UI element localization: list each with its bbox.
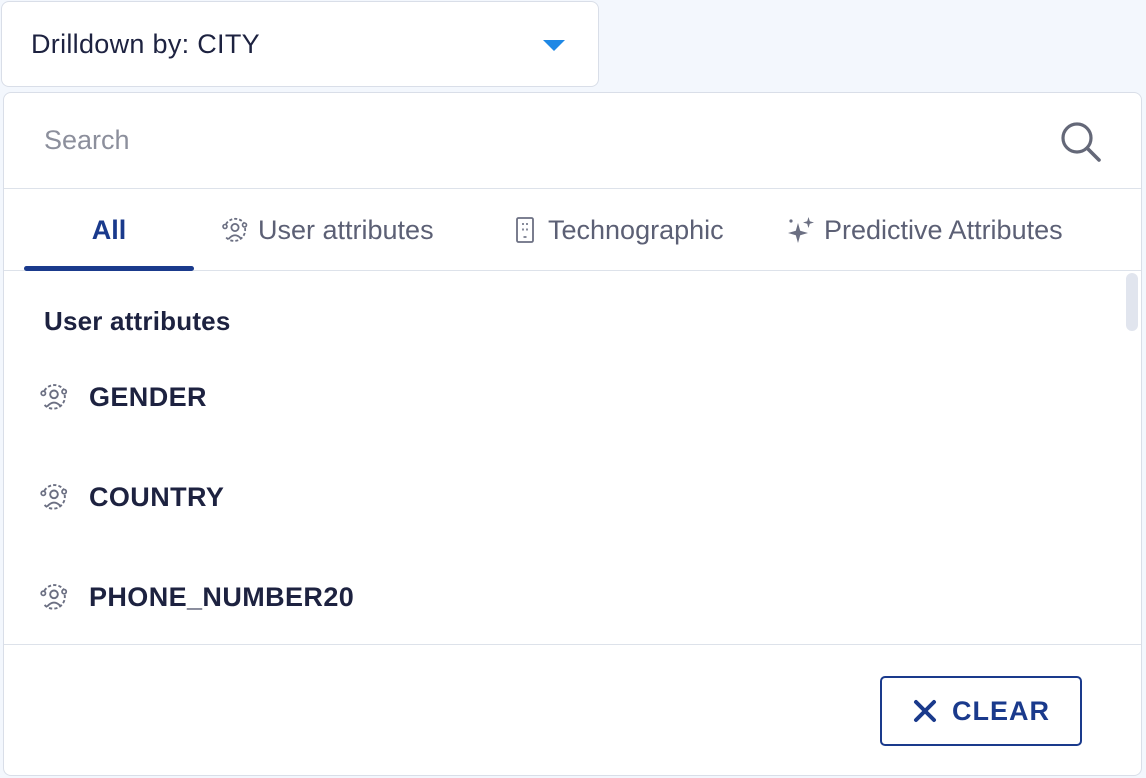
user-attribute-icon xyxy=(40,384,68,410)
search-bar xyxy=(4,93,1141,189)
list-item-phone-number20[interactable]: PHONE_NUMBER20 xyxy=(4,547,1124,644)
user-attribute-icon xyxy=(222,217,248,242)
tab-user-attributes[interactable]: User attributes xyxy=(220,189,434,271)
user-attribute-icon xyxy=(40,484,68,510)
attribute-list: User attributes GENDER COUNTRY PHONE_NUM… xyxy=(4,271,1141,644)
attribute-picker-panel: All User attributes Techn xyxy=(3,92,1142,776)
search-input[interactable] xyxy=(44,117,1024,163)
drilldown-label: Drilldown by: CITY xyxy=(31,28,260,59)
close-icon xyxy=(914,700,936,722)
tab-technographic-label: Technographic xyxy=(548,214,724,245)
search-icon[interactable] xyxy=(1059,120,1103,164)
tab-predictive-attributes-label: Predictive Attributes xyxy=(824,214,1063,245)
tab-all[interactable]: All xyxy=(24,189,194,271)
device-icon xyxy=(516,217,534,243)
scrollbar-thumb[interactable] xyxy=(1126,273,1138,331)
sparkle-icon xyxy=(788,217,814,243)
section-heading-user-attributes: User attributes xyxy=(44,306,231,336)
list-item-country[interactable]: COUNTRY xyxy=(4,447,1124,547)
tab-all-label: All xyxy=(91,214,127,245)
list-item-gender[interactable]: GENDER xyxy=(4,347,1124,447)
clear-button[interactable]: CLEAR xyxy=(880,676,1082,746)
drilldown-select[interactable]: Drilldown by: CITY xyxy=(1,1,599,87)
list-item-label: GENDER xyxy=(89,381,207,412)
tab-predictive-attributes[interactable]: Predictive Attributes xyxy=(786,189,1063,271)
tab-user-attributes-label: User attributes xyxy=(258,214,434,245)
list-item-label: COUNTRY xyxy=(89,481,225,512)
tab-technographic[interactable]: Technographic xyxy=(510,189,724,271)
user-attribute-icon xyxy=(40,584,68,610)
panel-footer: CLEAR xyxy=(4,644,1141,775)
caret-down-icon xyxy=(543,40,565,51)
category-tabs: All User attributes Technographic Predic… xyxy=(4,189,1141,271)
list-item-label: PHONE_NUMBER20 xyxy=(89,581,355,612)
clear-button-label: CLEAR xyxy=(952,695,1050,726)
